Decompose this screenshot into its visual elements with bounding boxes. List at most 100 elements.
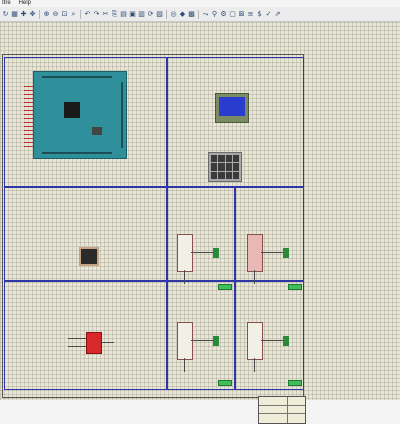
pick-device-button[interactable]: ◎ (170, 10, 177, 18)
zoom-fit-button[interactable]: ⊡ (61, 10, 68, 18)
grid-icon: ▦ (11, 10, 18, 18)
wire-autorouter-button[interactable]: ⤳ (202, 10, 209, 18)
package-button[interactable]: ▩ (188, 10, 195, 18)
header-right (121, 82, 123, 148)
pan-button[interactable]: ✥ (29, 10, 36, 18)
arduino-left-pins (24, 86, 33, 148)
zoom-out-button[interactable]: ⊖ (52, 10, 59, 18)
sensor-chip[interactable] (79, 247, 99, 266)
block-copy-icon: ▣ (129, 10, 136, 18)
wire (261, 340, 283, 341)
electrical-check-icon: ✓ (265, 10, 272, 18)
title-block-divider (287, 397, 288, 423)
block-delete-button[interactable]: ▧ (156, 10, 163, 18)
search-button[interactable]: ⚲ (211, 10, 218, 18)
export-button[interactable]: ⇗ (274, 10, 281, 18)
undo-icon: ↶ (84, 10, 91, 18)
block-move-icon: ▥ (138, 10, 145, 18)
bill-of-materials-button[interactable]: $ (256, 10, 263, 18)
connector (213, 336, 219, 346)
key (225, 155, 232, 163)
menu-item-help[interactable]: Help (19, 0, 31, 7)
zoom-out-icon: ⊖ (52, 10, 59, 18)
copy-icon: ⎘ (111, 10, 118, 18)
crosshair-icon: ✚ (20, 10, 27, 18)
menu-bar: Itre Help (0, 0, 400, 7)
wire (261, 252, 283, 253)
key (232, 163, 239, 171)
schematic-canvas[interactable] (0, 22, 400, 424)
cut-icon: ✂ (102, 10, 109, 18)
key (211, 163, 218, 171)
wire (254, 358, 255, 372)
label-tag (288, 380, 302, 386)
wire (184, 358, 185, 372)
key (218, 155, 225, 163)
red-sensor-module[interactable] (86, 332, 102, 354)
netlist-icon: ≡ (247, 10, 254, 18)
wire (184, 270, 185, 284)
make-device-icon: ◆ (179, 10, 186, 18)
lcd-display[interactable] (215, 93, 249, 123)
toolbar: ↻ ▦ ✚ ✥ ⊕ ⊖ ⊡ ⌕ ↶ ↷ ✂ ⎘ ▤ ▣ ▥ ⟳ ▧ ◎ ◆ ▩ ⤳ ⚲ ⚙ ▢ ⊠ ≡ $ ✓ ⇗ (0, 7, 400, 22)
region-mid-right-b (234, 186, 304, 282)
refresh-button[interactable]: ↻ (2, 10, 9, 18)
wire (68, 346, 86, 347)
block-delete-icon: ▧ (156, 10, 163, 18)
keypad[interactable] (208, 152, 242, 182)
wire (254, 270, 255, 284)
key (218, 171, 225, 179)
key (232, 171, 239, 179)
menu-item-view[interactable]: Itre (2, 0, 11, 7)
usb-chip (92, 127, 102, 135)
new-sheet-icon: ▢ (229, 10, 236, 18)
cut-button[interactable]: ✂ (102, 10, 109, 18)
grid-button[interactable]: ▦ (11, 10, 18, 18)
search-icon: ⚲ (211, 10, 218, 18)
toolbar-separator (198, 9, 199, 19)
microcontroller-chip (64, 102, 80, 118)
refresh-icon: ↻ (2, 10, 9, 18)
property-tool-button[interactable]: ⚙ (220, 10, 227, 18)
connector (283, 336, 289, 346)
redo-button[interactable]: ↷ (93, 10, 100, 18)
driver-ic-3[interactable] (177, 322, 193, 360)
title-block (258, 396, 306, 424)
arduino-mega-board[interactable] (33, 71, 127, 159)
wire-autorouter-icon: ⤳ (202, 10, 209, 18)
make-device-button[interactable]: ◆ (179, 10, 186, 18)
lcd-screen (219, 97, 245, 116)
label-tag (288, 284, 302, 290)
remove-sheet-button[interactable]: ⊠ (238, 10, 245, 18)
driver-ic-1[interactable] (177, 234, 193, 272)
pick-device-icon: ◎ (170, 10, 177, 18)
driver-ic-2[interactable] (247, 234, 263, 272)
title-block-row (259, 405, 305, 406)
region-mid-left (4, 186, 168, 282)
connector (213, 248, 219, 258)
zoom-area-button[interactable]: ⌕ (70, 10, 77, 18)
connector (283, 248, 289, 258)
block-rotate-button[interactable]: ⟳ (147, 10, 154, 18)
block-copy-button[interactable]: ▣ (129, 10, 136, 18)
block-move-button[interactable]: ▥ (138, 10, 145, 18)
electrical-check-button[interactable]: ✓ (265, 10, 272, 18)
export-icon: ⇗ (274, 10, 281, 18)
new-sheet-button[interactable]: ▢ (229, 10, 236, 18)
key (211, 171, 218, 179)
zoom-in-button[interactable]: ⊕ (43, 10, 50, 18)
wire (191, 340, 213, 341)
driver-ic-4[interactable] (247, 322, 263, 360)
undo-button[interactable]: ↶ (84, 10, 91, 18)
netlist-button[interactable]: ≡ (247, 10, 254, 18)
region-bottom-right-b (234, 280, 304, 390)
paste-icon: ▤ (120, 10, 127, 18)
copy-button[interactable]: ⎘ (111, 10, 118, 18)
pan-icon: ✥ (29, 10, 36, 18)
redo-icon: ↷ (93, 10, 100, 18)
remove-sheet-icon: ⊠ (238, 10, 245, 18)
paste-button[interactable]: ▤ (120, 10, 127, 18)
crosshair-button[interactable]: ✚ (20, 10, 27, 18)
zoom-area-icon: ⌕ (71, 10, 76, 18)
key (225, 171, 232, 179)
